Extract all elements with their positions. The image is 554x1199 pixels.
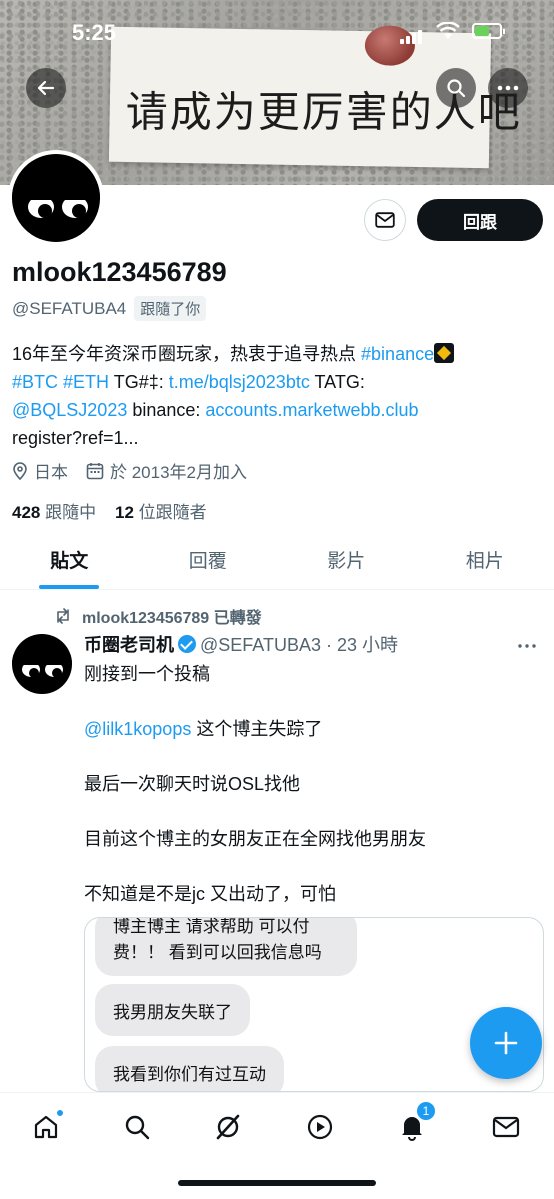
nav-search[interactable] xyxy=(117,1107,157,1147)
status-time: 5:25 xyxy=(72,20,117,45)
followers-link[interactable]: 12 位跟隨者 xyxy=(115,503,207,522)
tweet-handle-time: @SEFATUBA3 · 23 小時 xyxy=(200,635,398,655)
nav-video[interactable] xyxy=(300,1107,340,1147)
tweet-author-name[interactable]: 币圈老司机 xyxy=(84,631,174,657)
tweet-header: 币圈老司机 @SEFATUBA3 · 23 小時 xyxy=(84,631,398,657)
tab-photos[interactable]: 相片 xyxy=(416,530,554,589)
verified-badge-icon xyxy=(178,635,196,653)
nav-notifications[interactable]: 1 xyxy=(392,1101,436,1147)
bio-tail: register?ref=1... xyxy=(12,428,139,448)
search-icon xyxy=(125,1115,150,1140)
profile-avatar[interactable] xyxy=(8,150,104,246)
bio-mention-link[interactable]: @BQLSJ2023 xyxy=(12,400,127,420)
repost-icon xyxy=(57,608,69,624)
grok-icon xyxy=(216,1114,240,1140)
tweet-line: 不知道是不是jc 又出动了，可怕 xyxy=(84,884,336,904)
tweet-line: 刚接到一个投稿 xyxy=(84,664,210,684)
binance-logo-icon xyxy=(434,343,455,363)
hashtag-btc-link[interactable]: #BTC xyxy=(12,372,58,392)
profile-display-name: mlook123456789 xyxy=(12,257,227,287)
binance-link[interactable]: accounts.marketwebb.club xyxy=(205,400,418,420)
tweet-line: 目前这个博主的女朋友正在全网找他男朋友 xyxy=(84,829,426,849)
plus-icon xyxy=(494,1031,518,1055)
more-horizontal-icon xyxy=(518,644,536,648)
home-indicator xyxy=(178,1180,376,1186)
bio-tg-label: TG#‡: xyxy=(109,372,169,392)
tweet-media-screenshot[interactable]: 博主博主 请求帮助 可以付 费！！ 看到可以回我信息吗 我男朋友失联了 我看到你… xyxy=(84,917,544,1092)
hashtag-binance-link[interactable]: #binance xyxy=(361,344,434,364)
telegram-link[interactable]: t.me/bqlsj2023btc xyxy=(169,372,310,392)
hashtag-eth-link[interactable]: #ETH xyxy=(63,372,109,392)
nav-grok[interactable] xyxy=(208,1107,248,1147)
home-unread-dot xyxy=(56,1109,64,1117)
notifications-badge: 1 xyxy=(416,1101,436,1121)
chat-bubble: 我男朋友失联了 xyxy=(95,984,250,1036)
wifi-icon xyxy=(436,21,460,45)
compose-post-button[interactable] xyxy=(470,1007,542,1079)
search-button[interactable] xyxy=(436,68,476,108)
profile-handle-row: @SEFATUBA4 跟隨了你 xyxy=(12,296,207,321)
bio-binance-label: binance: xyxy=(127,400,206,420)
profile-tabs: 貼文 回覆 影片 相片 xyxy=(0,530,554,590)
profile-bio: 16年至今年资深币圈玩家，热衷于追寻热点 #binance #BTC #ETH … xyxy=(12,340,542,452)
search-icon xyxy=(447,79,466,98)
tweet-text: 刚接到一个投稿 @lilk1kopops 这个博主失踪了 最后一次聊天时说OSL… xyxy=(84,660,534,935)
chat-bubble: 博主博主 请求帮助 可以付 费！！ 看到可以回我信息吗 xyxy=(95,918,357,976)
tweet-mention-link[interactable]: @lilk1kopops xyxy=(84,719,191,739)
battery-icon xyxy=(472,23,505,39)
profile-handle: @SEFATUBA4 xyxy=(12,298,127,318)
profile-location: 日本 xyxy=(34,463,68,482)
arrow-left-icon xyxy=(37,80,55,96)
cellular-signal-icon xyxy=(400,26,424,44)
envelope-icon xyxy=(492,1116,520,1138)
follow-counts: 428 跟隨中 12 位跟隨者 xyxy=(12,498,207,523)
following-link[interactable]: 428 跟隨中 xyxy=(12,503,96,522)
bio-text: 16年至今年资深币圈玩家，热衷于追寻热点 xyxy=(12,344,362,364)
tweet-author-avatar[interactable] xyxy=(12,634,72,694)
message-button[interactable] xyxy=(364,199,406,241)
follows-you-badge: 跟隨了你 xyxy=(134,296,207,321)
status-bar: 5:25 xyxy=(0,0,554,64)
chat-bubble: 我看到你们有过互动 xyxy=(95,1046,284,1091)
envelope-icon xyxy=(375,212,395,228)
repost-label: mlook123456789 已轉發 xyxy=(82,610,262,627)
calendar-icon xyxy=(86,462,104,479)
home-icon xyxy=(34,1115,58,1139)
play-circle-icon xyxy=(307,1114,333,1140)
bio-tatg-label: TATG: xyxy=(309,372,365,392)
back-button[interactable] xyxy=(26,68,66,108)
more-horizontal-icon xyxy=(497,85,519,91)
more-options-button[interactable] xyxy=(488,68,528,108)
tab-replies[interactable]: 回覆 xyxy=(139,530,278,589)
tweet-line: 最后一次聊天时说OSL找他 xyxy=(84,774,301,794)
profile-meta: 日本 於 2013年2月加入 xyxy=(12,458,265,483)
tweet-line: @lilk1kopops 这个博主失踪了 xyxy=(84,719,323,739)
tab-videos[interactable]: 影片 xyxy=(277,530,416,589)
tab-posts[interactable]: 貼文 xyxy=(0,530,139,589)
tweet-more-button[interactable] xyxy=(518,632,536,653)
nav-home[interactable] xyxy=(26,1107,66,1147)
profile-join-date: 於 2013年2月加入 xyxy=(110,463,247,482)
nav-messages[interactable] xyxy=(486,1107,526,1147)
repost-indicator: mlook123456789 已轉發 xyxy=(54,604,262,628)
follow-back-button[interactable]: 回跟 xyxy=(417,199,543,241)
location-pin-icon xyxy=(13,461,27,480)
